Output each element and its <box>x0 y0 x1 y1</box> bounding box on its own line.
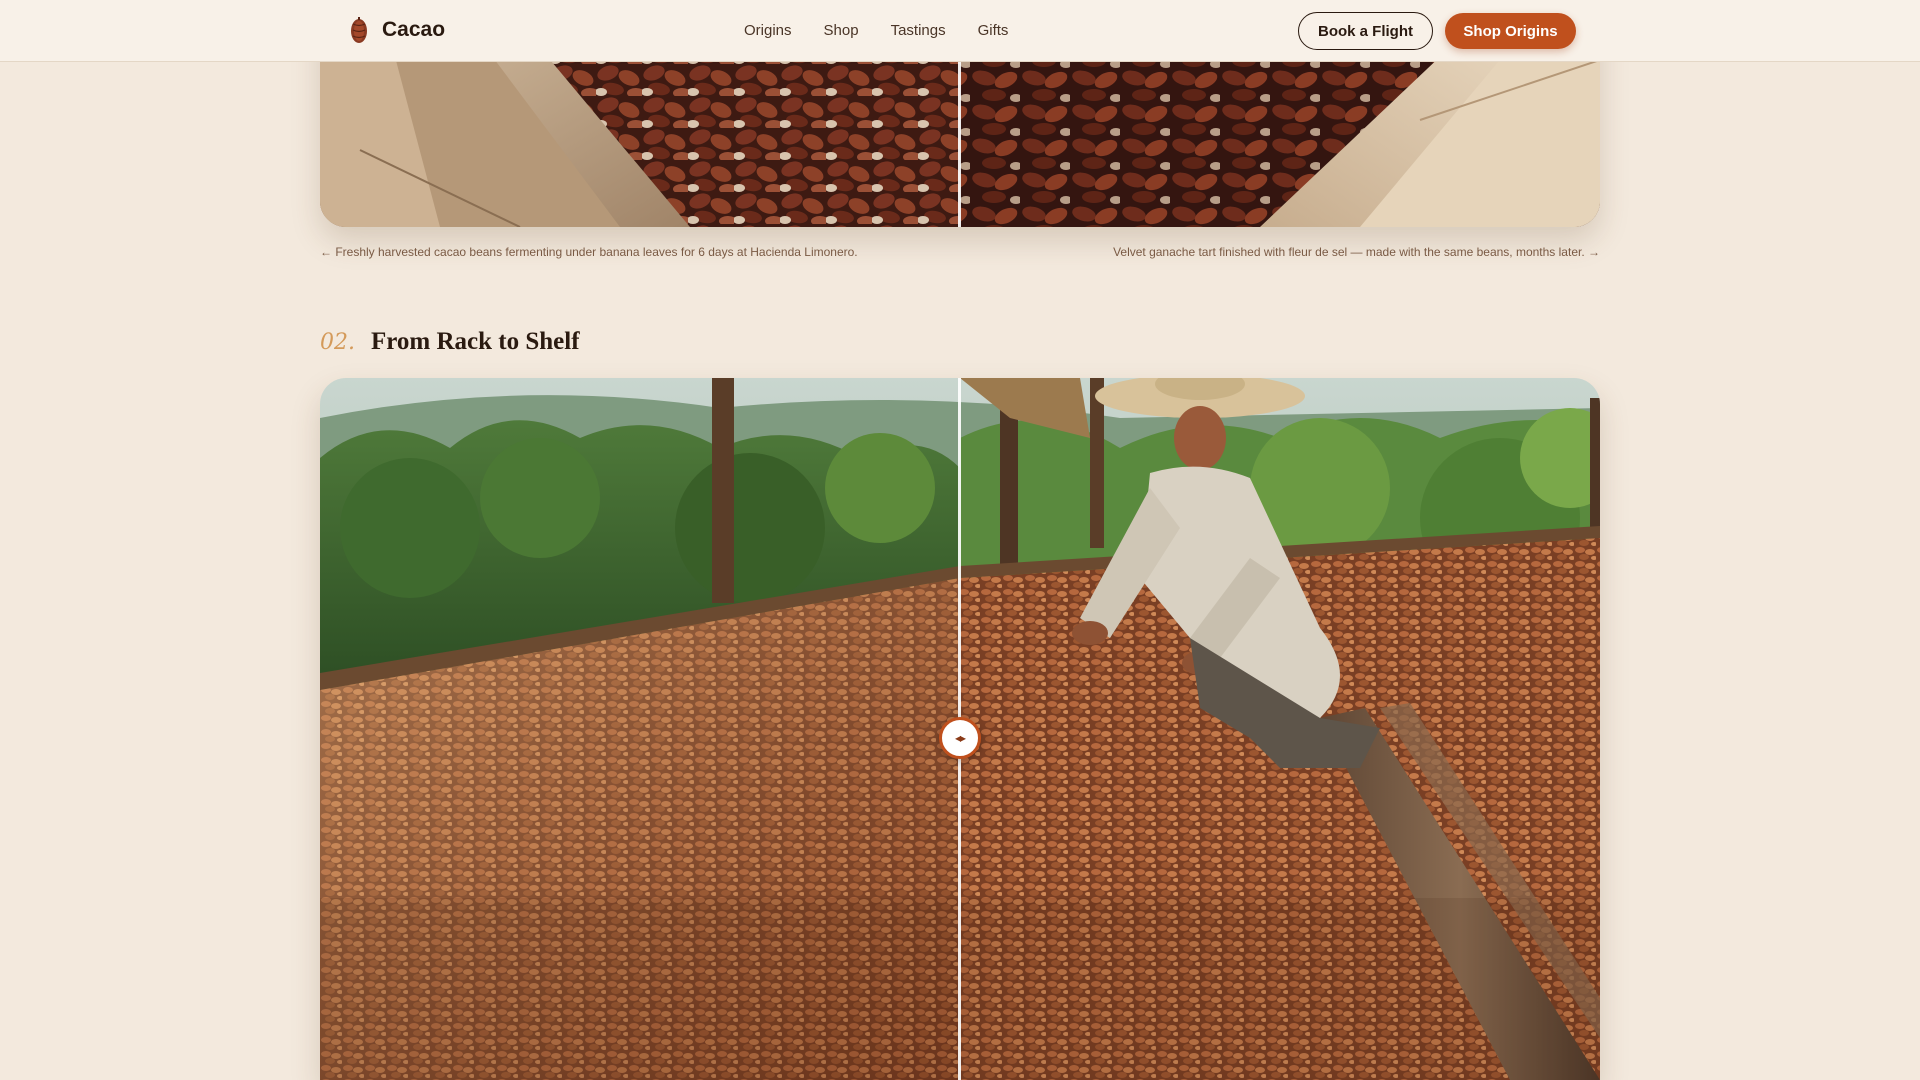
section-heading: 02. From Rack to Shelf <box>320 328 580 356</box>
top-navigation: Cacao Origins Shop Tastings Gifts Book a… <box>0 0 1920 62</box>
before-after-compare-drying[interactable]: ◂▸ <box>320 378 1600 1080</box>
book-a-flight-button[interactable]: Book a Flight <box>1298 12 1433 50</box>
compare-slider-handle[interactable]: ◂▸ <box>939 717 981 759</box>
after-caption: Velvet ganache tart finished with fleur … <box>1113 245 1600 259</box>
nav-link-tastings[interactable]: Tastings <box>891 22 946 39</box>
section-title: From Rack to Shelf <box>371 328 580 355</box>
slider-arrows-icon: ◂▸ <box>954 731 966 745</box>
section-number: 02. <box>320 330 355 355</box>
cacao-pod-icon <box>351 17 367 43</box>
brand-name: Cacao <box>382 18 446 41</box>
nav-link-origins[interactable]: Origins <box>744 22 792 39</box>
shop-origins-button[interactable]: Shop Origins <box>1445 13 1576 49</box>
main-menu: Origins Shop Tastings Gifts <box>744 22 1008 39</box>
nav-link-shop[interactable]: Shop <box>824 22 859 39</box>
before-caption: ← Freshly harvested cacao beans fermenti… <box>320 245 858 259</box>
nav-link-gifts[interactable]: Gifts <box>978 22 1009 39</box>
brand[interactable]: Cacao <box>348 16 445 44</box>
